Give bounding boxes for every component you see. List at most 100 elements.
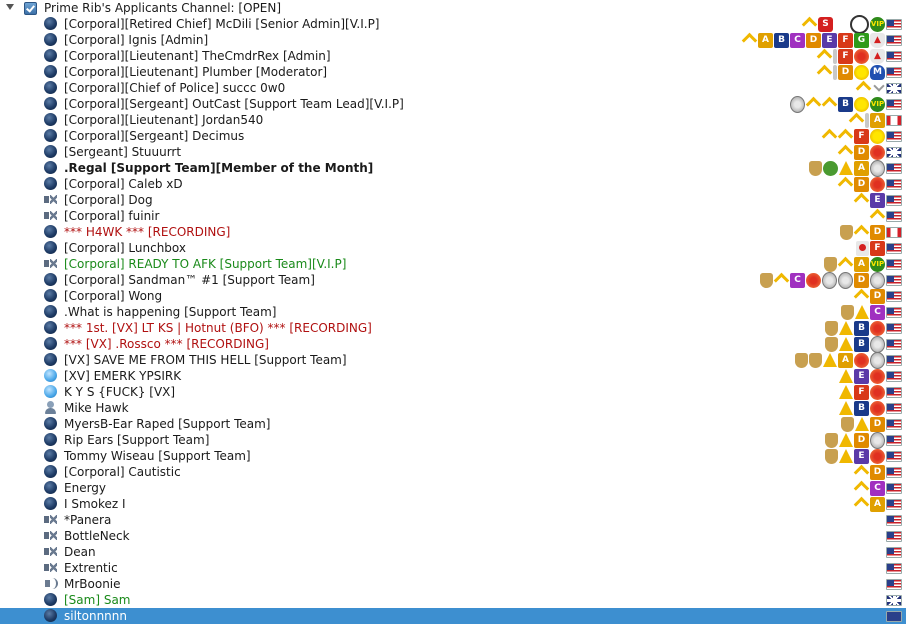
- status-mute-icon: [44, 257, 57, 270]
- cross-icon: [854, 352, 869, 368]
- letter-badge-a-icon: A: [758, 32, 773, 48]
- triangle-icon: [823, 353, 837, 367]
- user-row[interactable]: [Corporal][Lieutenant] TheCmdrRex [Admin…: [0, 48, 906, 64]
- flag-us-icon: [886, 258, 902, 270]
- flag-us-icon: [886, 98, 902, 110]
- user-row[interactable]: [Corporal] Sandman™ #1 [Support Team] D C: [0, 271, 906, 289]
- badge-group: D: [838, 144, 902, 160]
- user-row[interactable]: [Corporal] Wong D: [0, 288, 906, 304]
- user-name: [VX] SAVE ME FROM THIS HELL [Support Tea…: [64, 353, 347, 367]
- status-idle-icon: [44, 33, 57, 46]
- user-name: *** [VX] .Rossco *** [RECORDING]: [64, 337, 269, 351]
- badge-group: F: [822, 128, 902, 144]
- badge-group: C: [841, 304, 902, 320]
- user-row[interactable]: K Y S {FUCK} [VX] F: [0, 384, 906, 400]
- user-row[interactable]: MyersB-Ear Raped [Support Team] D: [0, 416, 906, 432]
- letter-badge-a-icon: A: [854, 256, 869, 272]
- user-row[interactable]: [Corporal] Dog E: [0, 192, 906, 208]
- user-row[interactable]: *** 1st. [VX] LT KS | Hotnut (BFO) *** […: [0, 320, 906, 336]
- badge-group: VIP S: [802, 14, 902, 34]
- badge-group: A: [809, 159, 902, 177]
- rank-chevron-icon: [817, 65, 832, 80]
- user-name: Tommy Wiseau [Support Team]: [64, 449, 251, 463]
- user-name: [Corporal] Dog: [64, 193, 153, 207]
- user-row[interactable]: .Regal [Support Team][Member of the Mont…: [0, 159, 906, 177]
- shield-icon: [825, 448, 838, 464]
- user-row[interactable]: Rip Ears [Support Team] D: [0, 431, 906, 449]
- status-idle-icon: [44, 321, 57, 334]
- status-idle-icon: [44, 17, 57, 30]
- user-row[interactable]: [Sam] Sam: [0, 592, 906, 608]
- letter-badge-d-icon: D: [870, 416, 885, 432]
- user-name: MrBoonie: [64, 577, 121, 591]
- rank-chevron-icon: [854, 481, 869, 496]
- user-row[interactable]: *** H4WK *** [RECORDING] D: [0, 224, 906, 240]
- status-idle-icon: [44, 81, 57, 94]
- user-name: BottleNeck: [64, 529, 130, 543]
- letter-badge-c-icon: C: [870, 304, 885, 320]
- shield-icon: [840, 224, 853, 240]
- badge-group: [886, 560, 902, 576]
- user-name: [Corporal][Chief of Police] succc 0w0: [64, 81, 286, 95]
- user-row[interactable]: [Sergeant] Stuuurrt D: [0, 144, 906, 160]
- user-row[interactable]: [Corporal] Caleb xD D: [0, 176, 906, 192]
- shield-icon: [809, 352, 822, 368]
- user-row[interactable]: *** [VX] .Rossco *** [RECORDING] B: [0, 335, 906, 353]
- bar-icon: [833, 48, 837, 64]
- badge-group: [886, 512, 902, 528]
- letter-badge-d-icon: D: [806, 32, 821, 48]
- badge-group: VIP A: [824, 256, 902, 272]
- user-row[interactable]: .What is happening [Support Team] C: [0, 304, 906, 320]
- rank-chevron-icon: [838, 257, 853, 272]
- user-name: [Corporal][Sergeant] Decimus: [64, 129, 245, 143]
- user-row[interactable]: [Corporal] READY TO AFK [Support Team][V…: [0, 256, 906, 272]
- badge-group: [886, 544, 902, 560]
- user-row[interactable]: [Corporal][Sergeant] OutCast [Support Te…: [0, 95, 906, 113]
- user-row[interactable]: [Corporal][Chief of Police] succc 0w0: [0, 80, 906, 96]
- badge-group: [870, 208, 902, 224]
- letter-badge-c-icon: C: [870, 480, 885, 496]
- channel-row[interactable]: Prime Rib's Applicants Channel: [OPEN]: [0, 0, 906, 16]
- user-row[interactable]: Mike Hawk B: [0, 400, 906, 416]
- user-row[interactable]: *Panera: [0, 512, 906, 528]
- user-row[interactable]: [XV] EMERK YPSIRK E: [0, 368, 906, 384]
- user-row[interactable]: [Corporal][Lieutenant] Plumber [Moderato…: [0, 64, 906, 80]
- user-name: Mike Hawk: [64, 401, 129, 415]
- letter-badge-b-icon: B: [854, 400, 869, 416]
- user-row[interactable]: [Corporal] Lunchbox F: [0, 240, 906, 256]
- letter-badge-c-icon: C: [790, 32, 805, 48]
- chevron-down-icon[interactable]: [6, 4, 14, 10]
- user-row[interactable]: Extrentic: [0, 560, 906, 576]
- user-row[interactable]: [Corporal] fuinir: [0, 208, 906, 224]
- user-row[interactable]: [Corporal] Cautistic D: [0, 464, 906, 480]
- badge-group: E: [839, 368, 902, 384]
- user-name: [Sergeant] Stuuurrt: [64, 145, 182, 159]
- user-row[interactable]: BottleNeck: [0, 528, 906, 544]
- user-row[interactable]: [VX] SAVE ME FROM THIS HELL [Support Tea…: [0, 351, 906, 369]
- user-name: [Corporal][Lieutenant] Plumber [Moderato…: [64, 65, 328, 79]
- user-row[interactable]: [Corporal] Ignis [Admin] ▲ G F E D C B A: [0, 32, 906, 48]
- user-row[interactable]: [Corporal][Sergeant] Decimus F: [0, 128, 906, 144]
- letter-badge-e-icon: E: [822, 32, 837, 48]
- user-name: [Corporal] Wong: [64, 289, 163, 303]
- user-row[interactable]: MrBoonie: [0, 576, 906, 592]
- rank-chevron-icon: [854, 497, 869, 512]
- letter-badge-b-icon: B: [854, 336, 869, 352]
- badge-group: B: [825, 335, 902, 353]
- user-row[interactable]: I Smokez I A: [0, 496, 906, 512]
- rank-chevron-icon: [806, 97, 821, 112]
- user-row[interactable]: [Corporal][Lieutenant] Jordan540 A: [0, 112, 906, 128]
- user-row[interactable]: Energy C: [0, 480, 906, 496]
- bar-icon: [833, 64, 837, 80]
- status-idle-icon: [44, 449, 57, 462]
- letter-badge-e-icon: E: [854, 368, 869, 384]
- medal-icon: [790, 95, 805, 113]
- user-row[interactable]: [Corporal][Retired Chief] McDili [Senior…: [0, 14, 906, 34]
- user-row[interactable]: Tommy Wiseau [Support Team] E: [0, 448, 906, 464]
- flag-us-icon: [886, 338, 902, 350]
- cross-icon: [870, 384, 885, 400]
- status-idle-icon: [44, 97, 57, 110]
- red-shield-icon: ▲: [870, 48, 885, 64]
- user-row[interactable]: Dean: [0, 544, 906, 560]
- user-name: [Corporal][Lieutenant] TheCmdrRex [Admin…: [64, 49, 331, 63]
